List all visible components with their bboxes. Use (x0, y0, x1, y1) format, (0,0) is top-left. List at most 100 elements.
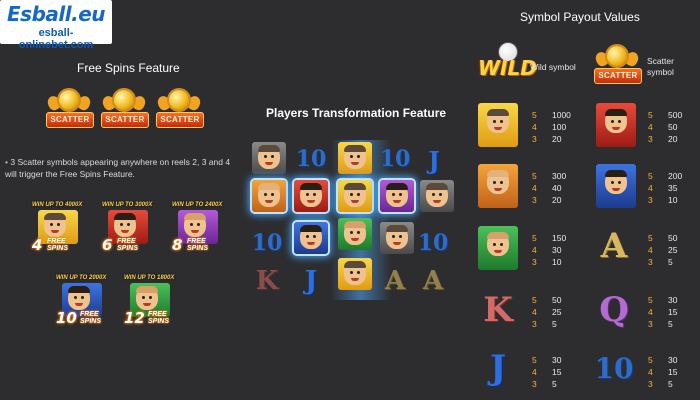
wild-symbol-label: Wild symbol (530, 62, 576, 72)
ten-symbol: 10 (251, 230, 283, 256)
free-spins-count: 10 (56, 309, 77, 327)
payout-value: 150 (552, 233, 567, 243)
ten-symbol-icon: 10 (594, 352, 634, 385)
free-spins-option-10: WIN UP TO 2000X 10 FREE SPINS (56, 275, 108, 327)
payout-count: 3 (648, 257, 653, 267)
player-symbol (338, 258, 372, 290)
payout-value: 10 (668, 195, 678, 205)
payout-value: 10 (552, 257, 562, 267)
free-spins-word: FREE SPINS (80, 311, 102, 325)
payout-count: 5 (532, 295, 537, 305)
payout-row: 4 15 (532, 366, 561, 378)
payout-row: 5 150 (532, 232, 566, 244)
payout-value: 15 (668, 367, 678, 377)
payout-row: 4 35 (648, 182, 682, 194)
payout-row: 35 (532, 318, 561, 330)
payout-count: 3 (532, 195, 537, 205)
payout-table-k: 5 50 4 25 35 (532, 294, 561, 330)
scatter-icon: SCATTER (45, 88, 94, 132)
win-up-to-label: WIN UP TO 2400X (172, 202, 223, 208)
payout-row: 5 30 (648, 354, 677, 366)
transformed-player-symbol (380, 180, 414, 212)
payout-value: 30 (668, 355, 678, 365)
player-4-symbol-icon (596, 164, 636, 208)
payout-value: 1000 (552, 110, 571, 120)
free-spins-word: FREE SPINS (187, 238, 209, 252)
player-symbol (252, 142, 286, 174)
transformed-player-symbol (294, 222, 328, 254)
free-spins-option-12: WIN UP TO 1800X 12 FREE SPINS (124, 275, 176, 327)
scatter-icon: SCATTER (155, 88, 204, 132)
payout-row: 35 (648, 378, 677, 390)
payout-count: 3 (532, 257, 537, 267)
free-spins-count: 8 (172, 236, 183, 254)
scatter-badge-label: SCATTER (46, 112, 94, 128)
payout-table-player-3: 5 300 4 40 3 20 (532, 170, 566, 206)
logo-site-text: esball-onlinebet.com (18, 27, 94, 51)
a-symbol-icon: A (600, 226, 628, 266)
payout-value: 35 (668, 183, 678, 193)
payout-row: 4 15 (648, 306, 677, 318)
payout-table-q: 5 30 4 15 35 (648, 294, 677, 330)
payout-count: 4 (532, 307, 537, 317)
payout-count: 5 (532, 171, 537, 181)
payout-count: 5 (532, 355, 537, 365)
payout-row: 5 500 (648, 109, 682, 121)
payout-value: 50 (668, 122, 678, 132)
payout-value: 25 (552, 307, 562, 317)
payout-row: 5 200 (648, 170, 682, 182)
payout-count: 5 (532, 233, 537, 243)
payout-count: 3 (648, 319, 653, 329)
payout-table-j: 5 30 4 15 35 (532, 354, 561, 390)
free-spins-option-6: WIN UP TO 3000X 6 FREE SPINS (102, 202, 154, 254)
payout-table-10: 5 30 4 15 35 (648, 354, 677, 390)
transformed-player-symbol (294, 180, 328, 212)
scatter-symbol-icon: SCATTER (593, 44, 642, 88)
payout-value: 5 (668, 379, 673, 389)
payout-table-player-2: 5 500 4 50 3 20 (648, 109, 682, 145)
payout-row: 4 15 (648, 366, 677, 378)
a-symbol: A (384, 266, 406, 296)
payout-value: 15 (552, 367, 562, 377)
payout-row: 4 50 (648, 121, 682, 133)
payout-table-player-5: 5 150 4 30 3 10 (532, 232, 566, 268)
payout-count: 5 (648, 295, 653, 305)
payout-title: Symbol Payout Values (520, 10, 640, 24)
free-spins-word: FREE SPINS (47, 238, 69, 252)
scatter-badge-label: SCATTER (101, 112, 149, 128)
payout-count: 3 (648, 379, 653, 389)
player-2-symbol-icon (596, 103, 636, 147)
j-symbol: J (428, 146, 440, 175)
free-spins-option-4: WIN UP TO 4000X 4 FREE SPINS (32, 202, 84, 254)
payout-row: 4 25 (648, 244, 677, 256)
payout-value: 30 (668, 295, 678, 305)
free-spins-description: • 3 Scatter symbols appearing anywhere o… (5, 157, 231, 179)
payout-count: 4 (648, 367, 653, 377)
transformed-player-symbol (338, 180, 372, 212)
win-up-to-label: WIN UP TO 3000X (102, 202, 153, 208)
player-symbol (420, 180, 454, 212)
free-spins-word: FREE SPINS (148, 311, 170, 325)
payout-row: 5 1000 (532, 109, 571, 121)
win-up-to-label: WIN UP TO 1800X (124, 275, 175, 281)
payout-row: 4 25 (532, 306, 561, 318)
payout-value: 30 (552, 355, 562, 365)
payout-row: 4 100 (532, 121, 571, 133)
j-symbol-icon: J (489, 348, 507, 388)
payout-row: 35 (532, 378, 561, 390)
a-symbol: A (422, 266, 444, 296)
wild-symbol-icon: WILD (476, 42, 537, 88)
payout-table-player-1: 5 1000 4 100 3 20 (532, 109, 571, 145)
payout-value: 25 (668, 245, 678, 255)
payout-row: 3 20 (532, 133, 571, 145)
payout-value: 50 (552, 295, 562, 305)
player-symbol (338, 218, 372, 250)
payout-value: 500 (668, 110, 683, 120)
payout-count: 5 (532, 110, 537, 120)
payout-value: 20 (552, 195, 562, 205)
logo-brand-text: Esball.eu (7, 2, 106, 26)
payout-count: 5 (648, 233, 653, 243)
payout-row: 5 50 (648, 232, 677, 244)
scatter-icon: SCATTER (100, 88, 149, 132)
payout-count: 4 (532, 183, 537, 193)
